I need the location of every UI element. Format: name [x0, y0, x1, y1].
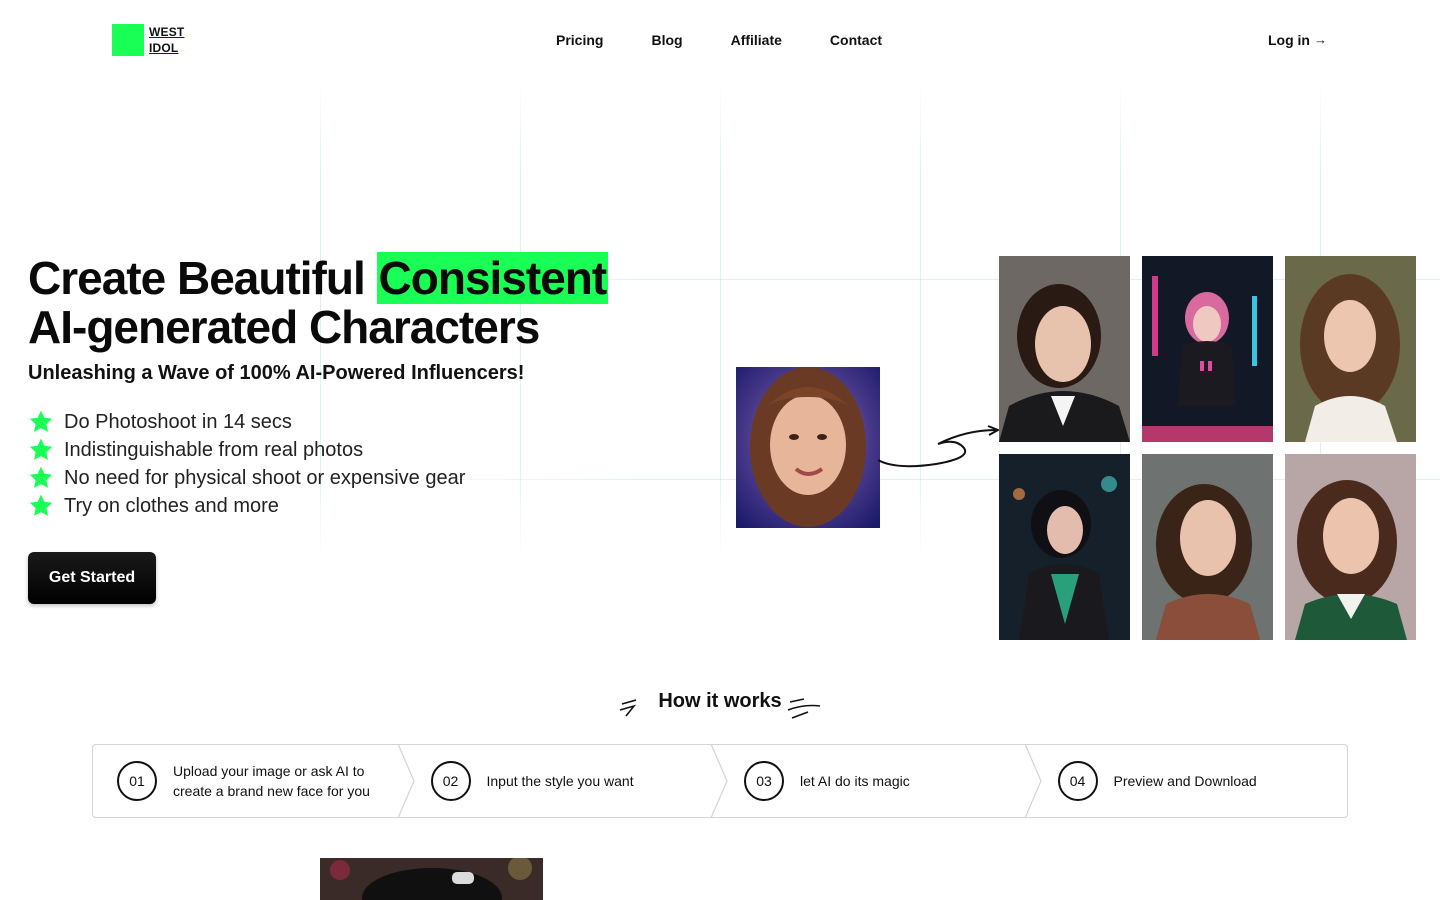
generated-portrait-image [999, 454, 1130, 640]
step-text: let AI do its magic [800, 773, 910, 789]
feature-item: No need for physical shoot or expensive … [28, 464, 465, 492]
nav-pricing[interactable]: Pricing [556, 31, 603, 49]
step-number: 01 [117, 761, 157, 801]
grid-line [720, 80, 721, 560]
feature-text: Do Photoshoot in 14 secs [64, 410, 292, 433]
step-item: 03 let AI do its magic [720, 744, 1042, 818]
nav-contact[interactable]: Contact [830, 31, 882, 49]
grid-line [920, 80, 921, 560]
feature-item: Indistinguishable from real photos [28, 436, 465, 464]
brand-logo[interactable]: WEST IDOL [112, 24, 184, 56]
step-text-line: create a brand new face for you [173, 783, 370, 799]
how-it-works-section: How it works [0, 690, 1440, 713]
feature-text: No need for physical shoot or expensive … [64, 466, 466, 489]
logo-line-1: WEST [149, 25, 185, 39]
hero-title: Create Beautiful Consistent AI-generated… [28, 252, 609, 353]
hero-title-part2: AI-generated Characters [28, 301, 540, 353]
generated-portrait-image [1285, 454, 1416, 640]
step-item: 01 Upload your image or ask AI to create… [93, 744, 415, 818]
star-icon [29, 466, 53, 488]
chevron-right-icon [1023, 744, 1042, 818]
logo-mark [112, 24, 144, 56]
feature-text: Indistinguishable from real photos [64, 438, 364, 461]
feature-list: Do Photoshoot in 14 secs Indistinguishab… [28, 408, 465, 520]
star-icon [29, 410, 53, 432]
login-label: Log in [1268, 32, 1310, 48]
chevron-right-icon [710, 744, 728, 818]
squiggle-decoration-icon [787, 698, 821, 719]
preview-image [320, 858, 543, 900]
hero-subtitle: Unleashing a Wave of 100% AI-Powered Inf… [28, 362, 525, 384]
nav-affiliate[interactable]: Affiliate [731, 31, 782, 49]
get-started-button[interactable]: Get Started [28, 552, 156, 604]
source-portrait-image [736, 367, 880, 528]
feature-text: Try on clothes and more [64, 494, 279, 517]
step-item: 04 Preview and Download [1034, 745, 1348, 817]
step-number: 03 [744, 761, 784, 801]
generated-portrait-image [1285, 256, 1416, 442]
step-text: Upload your image or ask AI to create a … [173, 761, 370, 801]
hero-title-part1: Create Beautiful [28, 252, 377, 304]
main-nav: Pricing Blog Affiliate Contact [556, 31, 930, 49]
login-link[interactable]: Log in → [1268, 31, 1327, 49]
generated-portrait-image [1142, 454, 1273, 640]
generated-portrait-image [1142, 256, 1273, 442]
logo-line-2: IDOL [149, 41, 179, 55]
logo-text: WEST IDOL [149, 24, 184, 56]
step-text: Preview and Download [1113, 773, 1257, 789]
step-number: 02 [430, 761, 471, 801]
feature-item: Do Photoshoot in 14 secs [28, 408, 465, 436]
chevron-right-icon [396, 744, 415, 818]
nav-blog[interactable]: Blog [651, 31, 682, 49]
step-text-line: Upload your image or ask AI to [173, 763, 365, 779]
step-text: Input the style you want [486, 773, 634, 789]
step-item: 02 Input the style you want [407, 744, 728, 818]
feature-item: Try on clothes and more [28, 492, 465, 520]
how-it-works-title: How it works [658, 690, 782, 712]
generated-portrait-image [999, 256, 1130, 442]
curved-arrow-icon [877, 425, 1001, 468]
arrow-right-icon: → [1314, 32, 1327, 47]
site-header: WEST IDOL Pricing Blog Affiliate Contact… [0, 0, 1440, 80]
star-icon [29, 494, 53, 516]
star-icon [29, 438, 53, 460]
step-number: 04 [1057, 761, 1098, 801]
hero-title-highlight: Consistent [376, 252, 609, 304]
steps-bar: 01 Upload your image or ask AI to create… [92, 744, 1348, 818]
